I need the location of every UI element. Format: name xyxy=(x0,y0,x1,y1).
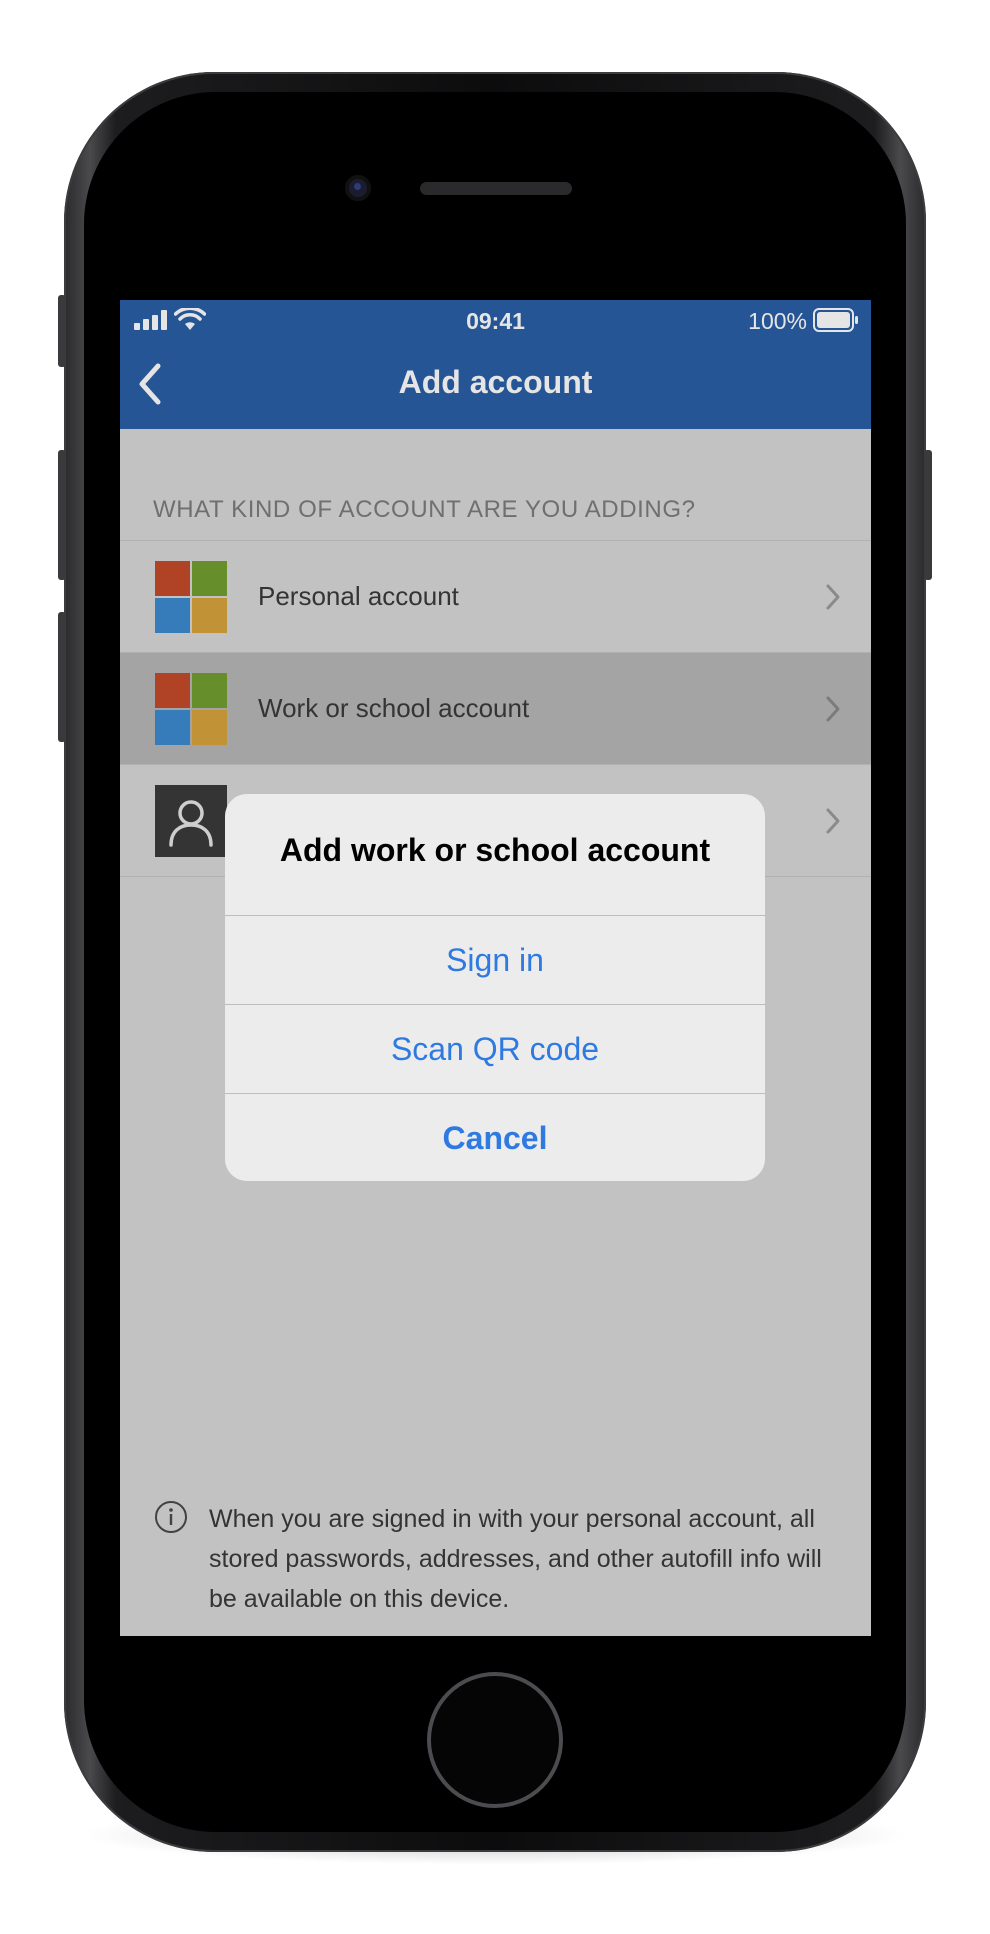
volume-up-button xyxy=(58,450,66,580)
scan-qr-code-button[interactable]: Scan QR code xyxy=(225,1004,765,1092)
earpiece-speaker xyxy=(420,182,572,195)
mute-switch xyxy=(58,295,66,367)
volume-down-button xyxy=(58,612,66,742)
cancel-button[interactable]: Cancel xyxy=(225,1093,765,1181)
front-camera-icon xyxy=(345,175,371,201)
stage: 09:41 100% Add account WHAT KIND OF ACCO… xyxy=(0,0,990,1934)
power-button xyxy=(924,450,932,580)
dialog-title: Add work or school account xyxy=(279,832,711,868)
sign-in-button[interactable]: Sign in xyxy=(225,915,765,1003)
home-button[interactable] xyxy=(427,1672,563,1808)
phone-screen: 09:41 100% Add account WHAT KIND OF ACCO… xyxy=(120,300,871,1636)
add-work-account-dialog: Add work or school account Sign in Scan … xyxy=(225,794,765,1181)
